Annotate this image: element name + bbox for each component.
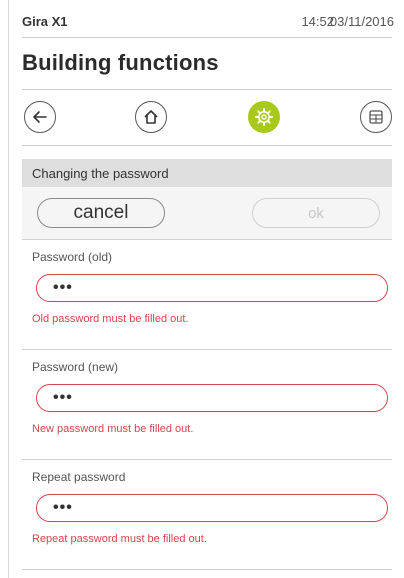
old-password-error: Old password must be filled out. <box>32 313 189 325</box>
section-title: Changing the password <box>32 166 169 181</box>
divider <box>22 89 392 90</box>
back-button[interactable] <box>24 101 56 133</box>
new-password-label: Password (new) <box>32 360 119 374</box>
frame-border <box>8 0 9 578</box>
page-title: Building functions <box>22 50 219 75</box>
new-password-input[interactable]: ••• <box>36 384 388 412</box>
new-password-error: New password must be filled out. <box>32 423 194 435</box>
home-icon <box>144 110 158 124</box>
home-button[interactable] <box>135 101 167 133</box>
section-header: Changing the password <box>22 159 392 187</box>
ok-button[interactable]: ok <box>252 198 380 228</box>
action-row: cancel ok <box>22 187 392 240</box>
old-password-block: Password (old) ••• Old password must be … <box>22 240 392 350</box>
old-password-input[interactable]: ••• <box>36 274 388 302</box>
gear-icon <box>255 108 273 126</box>
repeat-password-error: Repeat password must be filled out. <box>32 533 207 545</box>
new-password-block: Password (new) ••• New password must be … <box>22 350 392 460</box>
repeat-password-block: Repeat password ••• Repeat password must… <box>22 460 392 570</box>
repeat-password-input[interactable]: ••• <box>36 494 388 522</box>
settings-button[interactable] <box>248 101 280 133</box>
cancel-button[interactable]: cancel <box>37 198 165 228</box>
divider <box>22 145 392 146</box>
divider <box>22 37 392 38</box>
grid-button[interactable] <box>360 101 392 133</box>
grid-icon <box>369 110 383 124</box>
app-name: Gira X1 <box>22 14 68 29</box>
status-date: 03/11/2016 <box>329 14 394 29</box>
status-bar: Gira X1 14:52 03/11/2016 <box>22 14 394 34</box>
arrow-left-icon <box>33 111 47 123</box>
repeat-password-label: Repeat password <box>32 470 126 484</box>
old-password-label: Password (old) <box>32 250 113 264</box>
